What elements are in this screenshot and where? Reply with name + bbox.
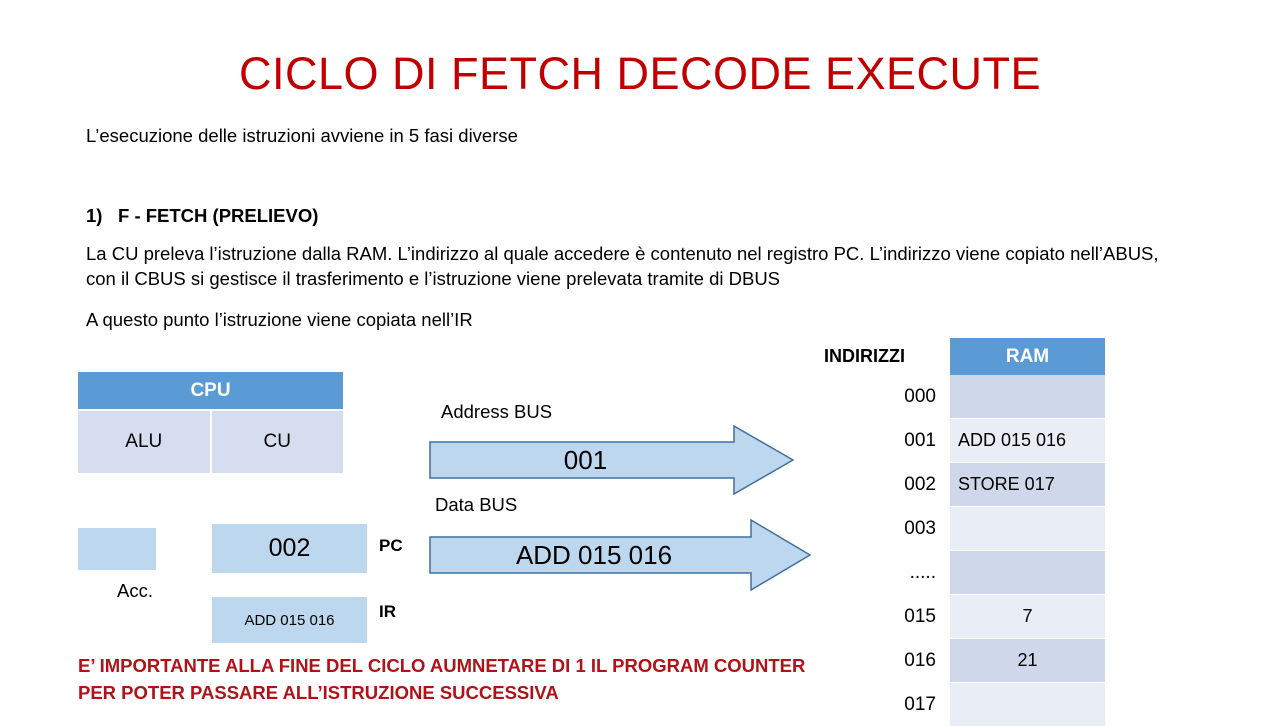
ram-address: 001 (904, 429, 936, 451)
instruction-register-label: IR (379, 602, 396, 621)
program-counter-box: 002 (212, 524, 367, 573)
bottom-warning-note: E’ IMPORTANTE ALLA FINE DEL CICLO AUMNET… (78, 653, 978, 707)
address-bus-caption: Address BUS (441, 401, 553, 422)
instruction-register-box: ADD 015 016 (212, 597, 367, 643)
fetch-paragraph: La CU preleva l’istruzione dalla RAM. L’… (86, 243, 1159, 289)
ram-cell-value: ADD 015 016 (958, 430, 1067, 450)
ram-cell-value: 7 (1022, 606, 1033, 626)
ir-note: A questo punto l’istruzione viene copiat… (86, 309, 473, 330)
address-bus-arrow: 001 (429, 425, 794, 495)
cpu-block: CPU ALU CU (78, 372, 343, 473)
ram-cell-value: STORE 017 (958, 474, 1055, 494)
bottom-note-line-2: PER POTER PASSARE ALL’ISTRUZIONE SUCCESS… (78, 681, 559, 703)
phase-number: 1) (86, 205, 103, 226)
table-row: 001 ADD 015 016 (904, 419, 1105, 462)
ram-header: RAM (950, 338, 1105, 375)
data-bus-caption: Data BUS (435, 494, 518, 515)
ram-address: 017 (904, 693, 936, 715)
ram-cell-value: 21 (1017, 650, 1038, 670)
cpu-header: CPU (78, 372, 343, 409)
ram-address: 000 (904, 385, 936, 407)
accumulator-label: Acc. (117, 580, 153, 601)
ram-address: 002 (904, 473, 936, 495)
ram-address: ..... (909, 561, 936, 583)
data-bus-arrow: ADD 015 016 (429, 519, 811, 591)
table-row: 015 7 (904, 595, 1105, 638)
table-row: 016 21 (904, 639, 1105, 682)
right-arrow-icon (429, 425, 794, 495)
cpu-units-row: ALU CU (78, 411, 343, 473)
ram-address: 016 (904, 649, 936, 671)
page-title: CICLO DI FETCH DECODE EXECUTE (238, 48, 1042, 99)
ram-address: 003 (904, 517, 936, 539)
accumulator-box (78, 528, 156, 570)
cpu-unit-alu: ALU (78, 411, 210, 473)
addresses-column-header: INDIRIZZI (824, 346, 905, 366)
ram-table: RAM 000 001 ADD 015 016 002 STORE 017 00… (904, 338, 1105, 726)
phase-heading: 1) F - FETCH (PRELIEVO) (86, 204, 786, 229)
bottom-note-line-1: E’ IMPORTANTE ALLA FINE DEL CICLO AUMNET… (78, 655, 806, 676)
cpu-unit-cu: CU (211, 411, 343, 473)
table-row: 000 (904, 375, 1105, 418)
ram-address: 015 (904, 605, 936, 627)
table-row: ..... (910, 551, 1105, 594)
table-row: 002 STORE 017 (904, 463, 1105, 506)
right-arrow-icon (429, 519, 811, 591)
table-row: 003 (904, 507, 1105, 550)
phase-heading-label: F - FETCH (PRELIEVO) (118, 205, 319, 226)
program-counter-label: PC (379, 536, 403, 555)
intro-line: L’esecuzione delle istruzioni avviene in… (86, 125, 518, 146)
